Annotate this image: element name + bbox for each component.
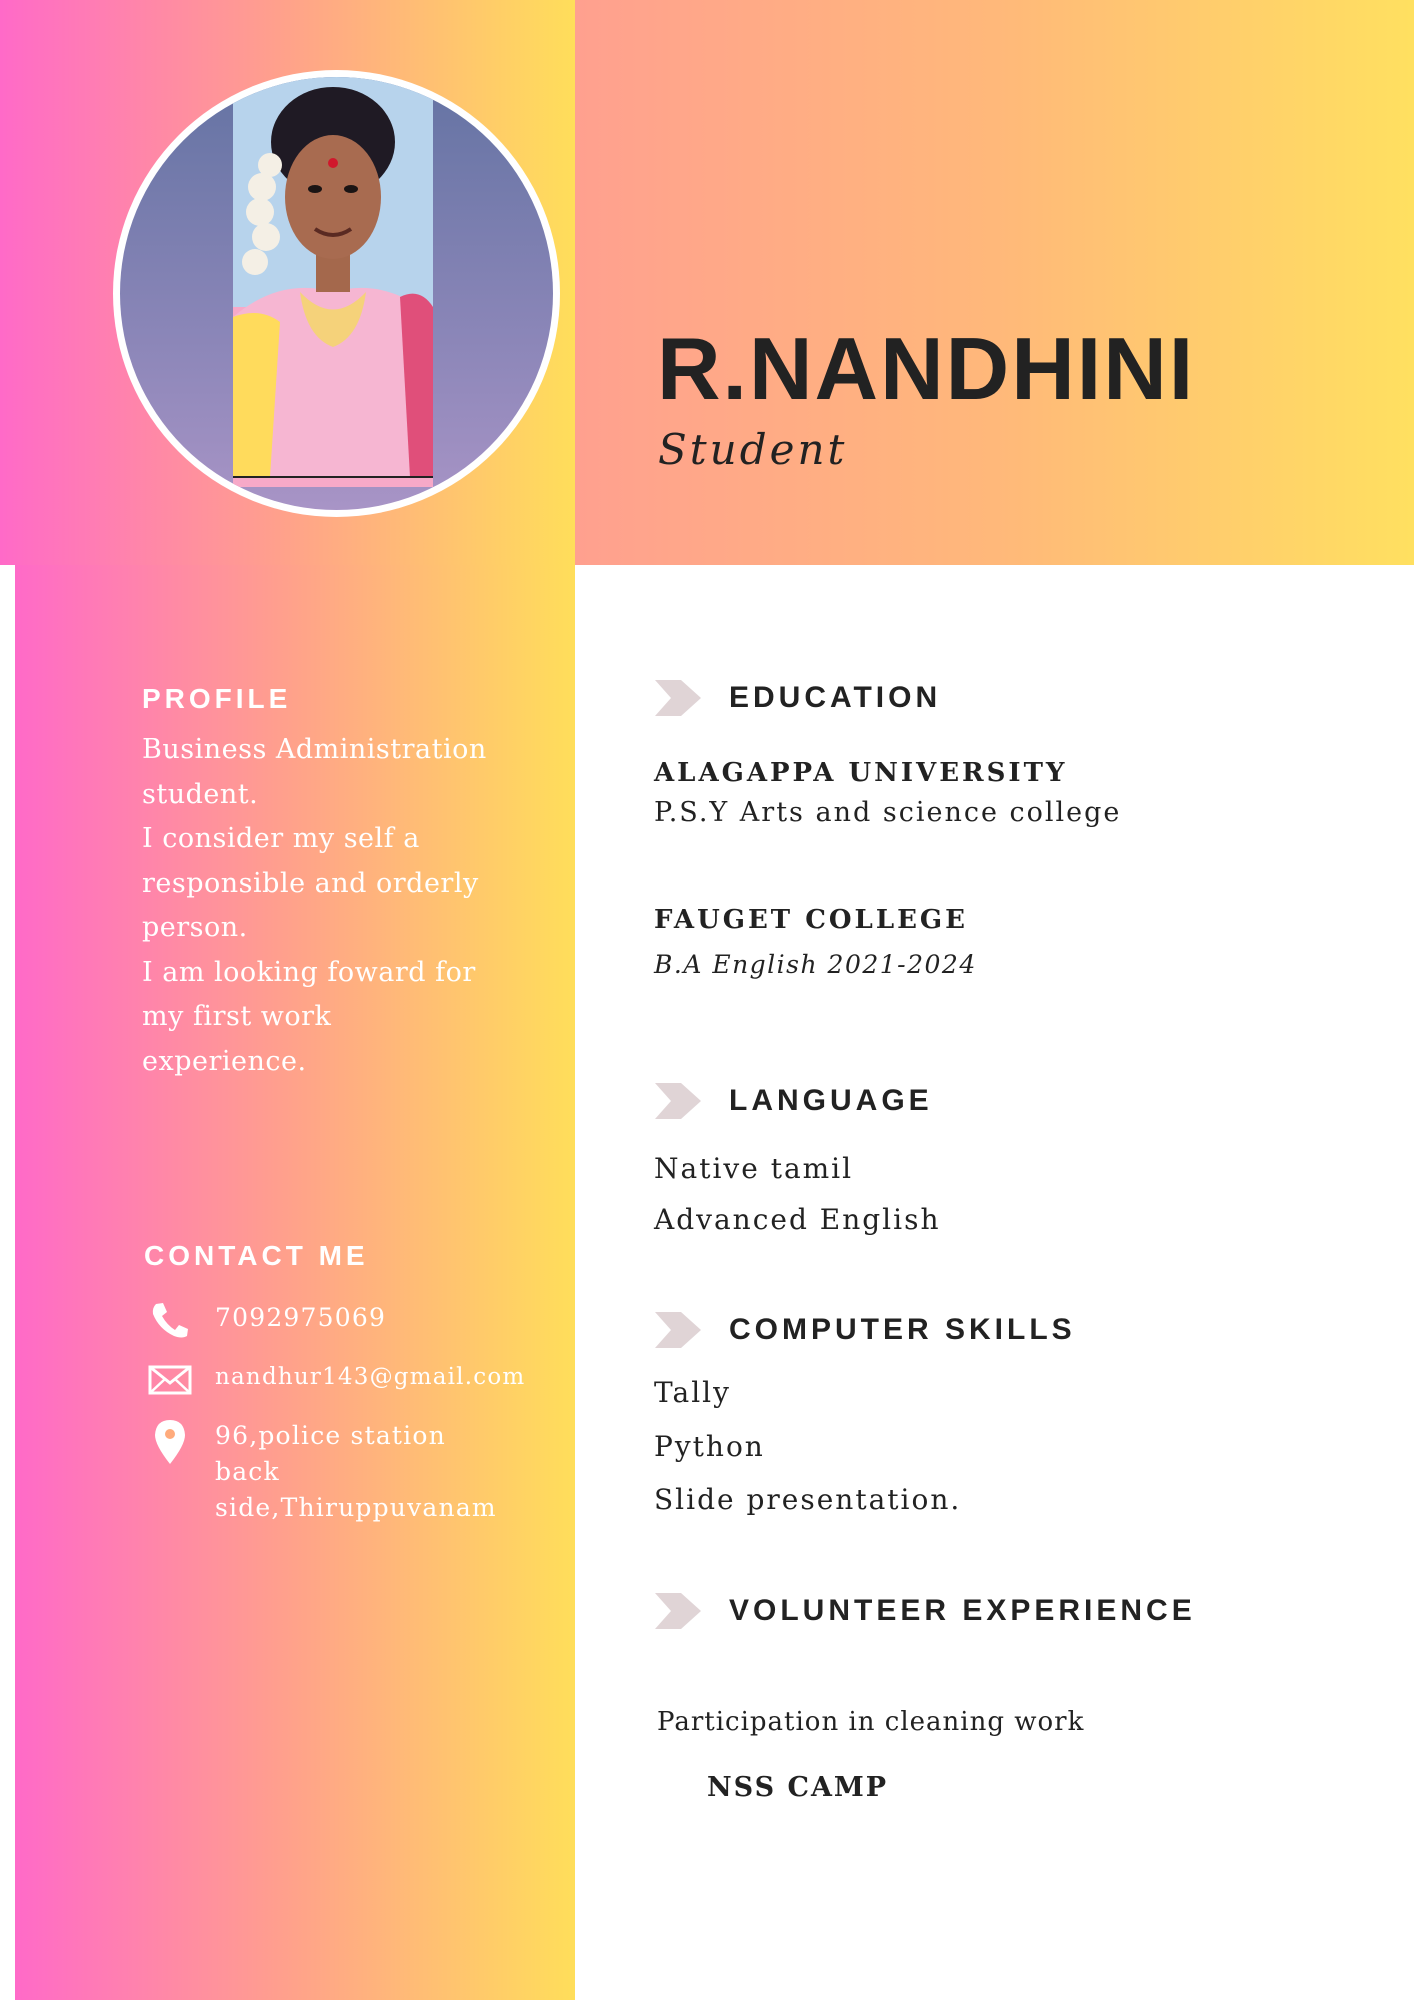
person-role: Student	[658, 425, 848, 474]
profile-summary: Business Administration student. I consi…	[142, 728, 522, 1084]
chevron-right-icon	[655, 680, 701, 716]
volunteer-heading: VOLUNTEER EXPERIENCE	[729, 1594, 1196, 1627]
contact-heading: CONTACT ME	[144, 1240, 369, 1271]
chevron-right-icon	[655, 1312, 701, 1348]
education-heading: EDUCATION	[729, 681, 942, 714]
skill-item: Tally	[654, 1376, 731, 1409]
school-detail: P.S.Y Arts and science college	[654, 797, 1122, 828]
profile-line: person.	[142, 912, 248, 943]
volunteer-description: Participation in cleaning work	[657, 1707, 1085, 1737]
language-item: Advanced English	[654, 1203, 941, 1236]
language-section-header: LANGUAGE	[655, 1083, 933, 1119]
person-name: R.NANDHINI	[657, 319, 1196, 418]
profile-line: Business Administration	[142, 734, 487, 765]
address-line: 96,police station	[215, 1421, 446, 1450]
mail-icon	[148, 1365, 192, 1395]
address-line: side,Thiruppuvanam	[215, 1493, 497, 1522]
chevron-right-icon	[655, 1593, 701, 1629]
contact-email[interactable]: nandhur143@gmail.com	[215, 1359, 525, 1395]
avatar	[120, 77, 553, 510]
profile-line: student.	[142, 778, 259, 810]
skill-item: Python	[654, 1430, 765, 1463]
contact-address-row: 96,police station back side,Thiruppuvana…	[148, 1418, 496, 1522]
language-item: Native tamil	[654, 1152, 854, 1185]
contact-address: 96,police station back side,Thiruppuvana…	[215, 1418, 497, 1526]
contact-email-row: nandhur143@gmail.com	[148, 1359, 524, 1399]
profile-line: responsible and orderly	[142, 867, 479, 899]
language-heading: LANGUAGE	[729, 1084, 933, 1117]
skills-section-header: COMPUTER SKILLS	[655, 1312, 1076, 1348]
profile-line: experience.	[142, 1045, 307, 1077]
profile-line: I consider my self a	[142, 823, 420, 854]
profile-line: I am looking foward for	[142, 956, 476, 988]
school-name: ALAGAPPA UNIVERSITY	[654, 758, 1068, 788]
school-name: FAUGET COLLEGE	[654, 905, 968, 935]
avatar-image	[233, 77, 433, 487]
profile-line: my first work	[142, 1001, 332, 1032]
skill-item: Slide presentation.	[654, 1483, 962, 1516]
volunteer-section-header: VOLUNTEER EXPERIENCE	[655, 1593, 1196, 1629]
location-pin-icon	[155, 1420, 185, 1464]
address-line: back	[215, 1457, 280, 1486]
skills-heading: COMPUTER SKILLS	[729, 1313, 1076, 1346]
phone-icon	[152, 1303, 188, 1338]
volunteer-title: NSS CAMP	[707, 1772, 889, 1803]
chevron-right-icon	[655, 1083, 701, 1119]
contact-phone[interactable]: 7092975069	[215, 1300, 386, 1336]
header-banner	[575, 0, 1414, 565]
school-detail: B.A English 2021-2024	[654, 950, 977, 979]
contact-phone-row: 7092975069	[148, 1300, 385, 1340]
education-section-header: EDUCATION	[655, 680, 941, 716]
profile-heading: PROFILE	[142, 683, 292, 714]
